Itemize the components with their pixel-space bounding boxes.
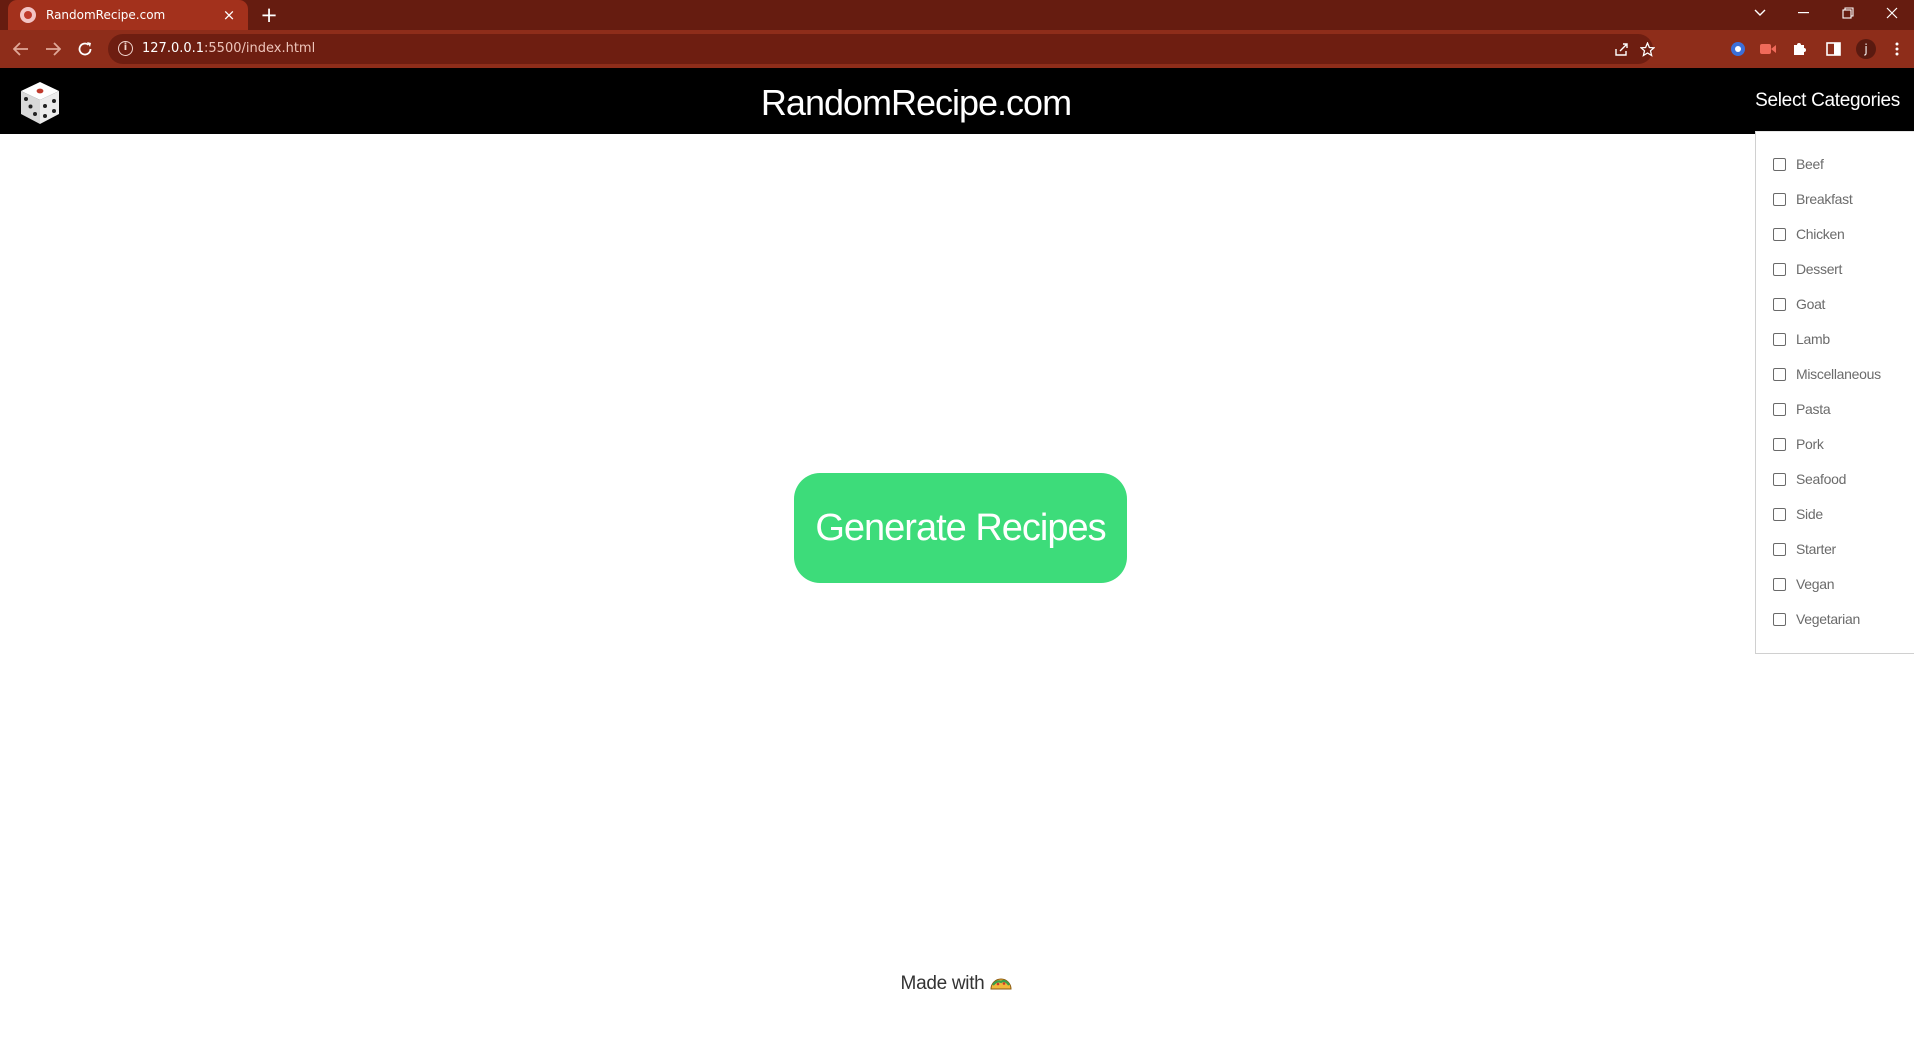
menu-kebab-icon[interactable] [1886, 38, 1908, 60]
category-option-chicken[interactable]: Chicken [1773, 224, 1845, 244]
category-checkbox[interactable] [1773, 157, 1786, 171]
category-checkbox[interactable] [1773, 262, 1786, 276]
category-checkbox[interactable] [1773, 192, 1786, 206]
category-checkbox[interactable] [1773, 437, 1786, 451]
category-option-starter[interactable]: Starter [1773, 539, 1836, 559]
category-option-miscellaneous[interactable]: Miscellaneous [1773, 364, 1881, 384]
new-tab-button[interactable]: + [256, 3, 282, 27]
category-dropdown-panel: Beef Breakfast Chicken Dessert Goat Lamb… [1755, 131, 1914, 654]
category-option-vegan[interactable]: Vegan [1773, 574, 1835, 594]
forward-arrow-icon[interactable] [38, 34, 68, 64]
category-option-seafood[interactable]: Seafood [1773, 469, 1846, 489]
category-option-breakfast[interactable]: Breakfast [1773, 189, 1853, 209]
category-checkbox[interactable] [1773, 577, 1786, 591]
extension-record-icon[interactable] [1757, 38, 1779, 60]
browser-tabstrip: RandomRecipe.com × + [0, 0, 1914, 30]
category-checkbox[interactable] [1773, 332, 1786, 346]
tab-title: RandomRecipe.com [46, 8, 166, 22]
category-option-pork[interactable]: Pork [1773, 434, 1824, 454]
restore-icon[interactable] [1826, 0, 1870, 26]
back-arrow-icon[interactable] [6, 34, 36, 64]
generate-recipes-button[interactable]: Generate Recipes [794, 473, 1127, 583]
category-checkbox[interactable] [1773, 297, 1786, 311]
browser-tab-active[interactable]: RandomRecipe.com × [8, 0, 248, 30]
browser-toolbar: i 127.0.0.1:5500/index.html j [0, 30, 1914, 68]
site-info-icon[interactable]: i [118, 41, 133, 56]
star-icon[interactable] [1636, 38, 1658, 60]
category-option-vegetarian[interactable]: Vegetarian [1773, 609, 1860, 629]
extension-puzzle-icon[interactable] [1788, 38, 1810, 60]
category-option-side[interactable]: Side [1773, 504, 1823, 524]
address-bar[interactable]: i 127.0.0.1:5500/index.html [108, 34, 1655, 64]
footer-made-with: Made with [900, 973, 985, 994]
tab-close-icon[interactable]: × [220, 7, 238, 23]
category-option-dessert[interactable]: Dessert [1773, 259, 1842, 279]
footer: Made with [0, 973, 1914, 995]
side-panel-icon[interactable] [1822, 38, 1844, 60]
share-icon[interactable] [1610, 38, 1632, 60]
category-checkbox[interactable] [1773, 402, 1786, 416]
site-header: RandomRecipe.com Select Categories [0, 68, 1914, 134]
tab-search-chevron-icon[interactable] [1738, 0, 1782, 26]
category-checkbox[interactable] [1773, 227, 1786, 241]
category-checkbox[interactable] [1773, 367, 1786, 381]
close-window-icon[interactable] [1870, 0, 1914, 26]
category-checkbox[interactable] [1773, 612, 1786, 626]
category-option-beef[interactable]: Beef [1773, 154, 1824, 174]
reload-icon[interactable] [70, 34, 100, 64]
category-option-pasta[interactable]: Pasta [1773, 399, 1831, 419]
site-title: RandomRecipe.com [760, 82, 1072, 123]
favicon-icon [20, 7, 36, 23]
category-option-goat[interactable]: Goat [1773, 294, 1825, 314]
url-text: 127.0.0.1:5500/index.html [142, 41, 316, 56]
category-checkbox[interactable] [1773, 472, 1786, 486]
category-checkbox[interactable] [1773, 542, 1786, 556]
category-checkbox[interactable] [1773, 507, 1786, 521]
minimize-icon[interactable] [1782, 0, 1826, 26]
extension-chrome-icon[interactable] [1727, 38, 1749, 60]
select-categories-toggle[interactable]: Select Categories [1755, 90, 1900, 112]
category-option-lamb[interactable]: Lamb [1773, 329, 1830, 349]
taco-icon [990, 978, 1012, 990]
profile-avatar[interactable]: j [1855, 38, 1877, 60]
